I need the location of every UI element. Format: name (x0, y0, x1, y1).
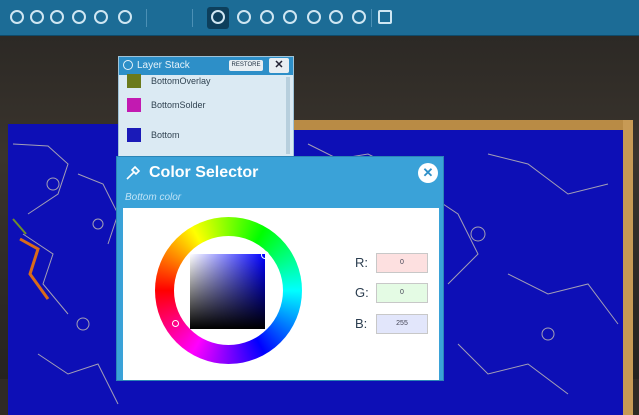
layers-icon (123, 60, 133, 70)
dialog-close-button[interactable]: ✕ (418, 163, 438, 183)
restore-button[interactable]: RESTORE (229, 60, 263, 71)
tool-icon[interactable] (50, 10, 64, 24)
dialog-subtitle: Bottom color (125, 192, 182, 203)
color-selector-body: R: 0 G: 0 B: 255 (123, 208, 439, 380)
edit-icon[interactable] (260, 10, 274, 24)
red-label: R: (355, 255, 368, 270)
layers-icon[interactable] (118, 10, 132, 24)
color-selector-dialog: Color Selector ✕ Bottom color R: 0 G: 0 … (116, 156, 444, 381)
dialog-title: Color Selector (149, 164, 259, 181)
layer-row-bottomoverlay[interactable]: BottomOverlay (127, 71, 287, 91)
layer-stack-scrollbar[interactable] (286, 77, 290, 154)
top-toolbar (0, 0, 639, 36)
toolbar-separator (192, 9, 193, 27)
layer-color-swatch[interactable] (127, 74, 141, 88)
close-icon[interactable] (283, 10, 297, 24)
image-icon[interactable] (378, 10, 392, 24)
eyedropper-icon (126, 165, 141, 180)
layer-label: BottomSolder (151, 100, 206, 110)
layer-row-bottomsolder[interactable]: BottomSolder (127, 95, 287, 115)
help-icon[interactable] (237, 10, 251, 24)
redo-icon[interactable] (329, 10, 343, 24)
toolbar-separator (146, 9, 147, 27)
green-label: G: (355, 285, 369, 300)
layer-stack-panel: Layer Stack RESTORE ✕ BottomOverlay Bott… (118, 56, 294, 158)
grid-icon[interactable] (94, 10, 108, 24)
layer-color-swatch[interactable] (127, 98, 141, 112)
open-icon[interactable] (10, 10, 24, 24)
layer-label: BottomOverlay (151, 76, 211, 86)
blue-input[interactable]: 255 (376, 314, 428, 334)
layer-label: Bottom (151, 130, 180, 140)
saturation-value-marker[interactable] (261, 251, 269, 259)
red-input[interactable]: 0 (376, 253, 428, 273)
layer-row-bottom[interactable]: Bottom (127, 125, 287, 145)
toolbar-separator (371, 9, 372, 27)
green-input[interactable]: 0 (376, 283, 428, 303)
view-icon[interactable] (352, 10, 366, 24)
zoom-icon[interactable] (30, 10, 44, 24)
saturation-value-square[interactable] (190, 254, 265, 329)
blue-label: B: (355, 316, 368, 331)
layer-color-swatch[interactable] (127, 128, 141, 142)
info-icon[interactable] (211, 10, 225, 24)
hue-marker[interactable] (172, 320, 179, 327)
settings-icon[interactable] (72, 10, 86, 24)
layer-stack-title: Layer Stack (137, 60, 190, 71)
undo-icon[interactable] (307, 10, 321, 24)
